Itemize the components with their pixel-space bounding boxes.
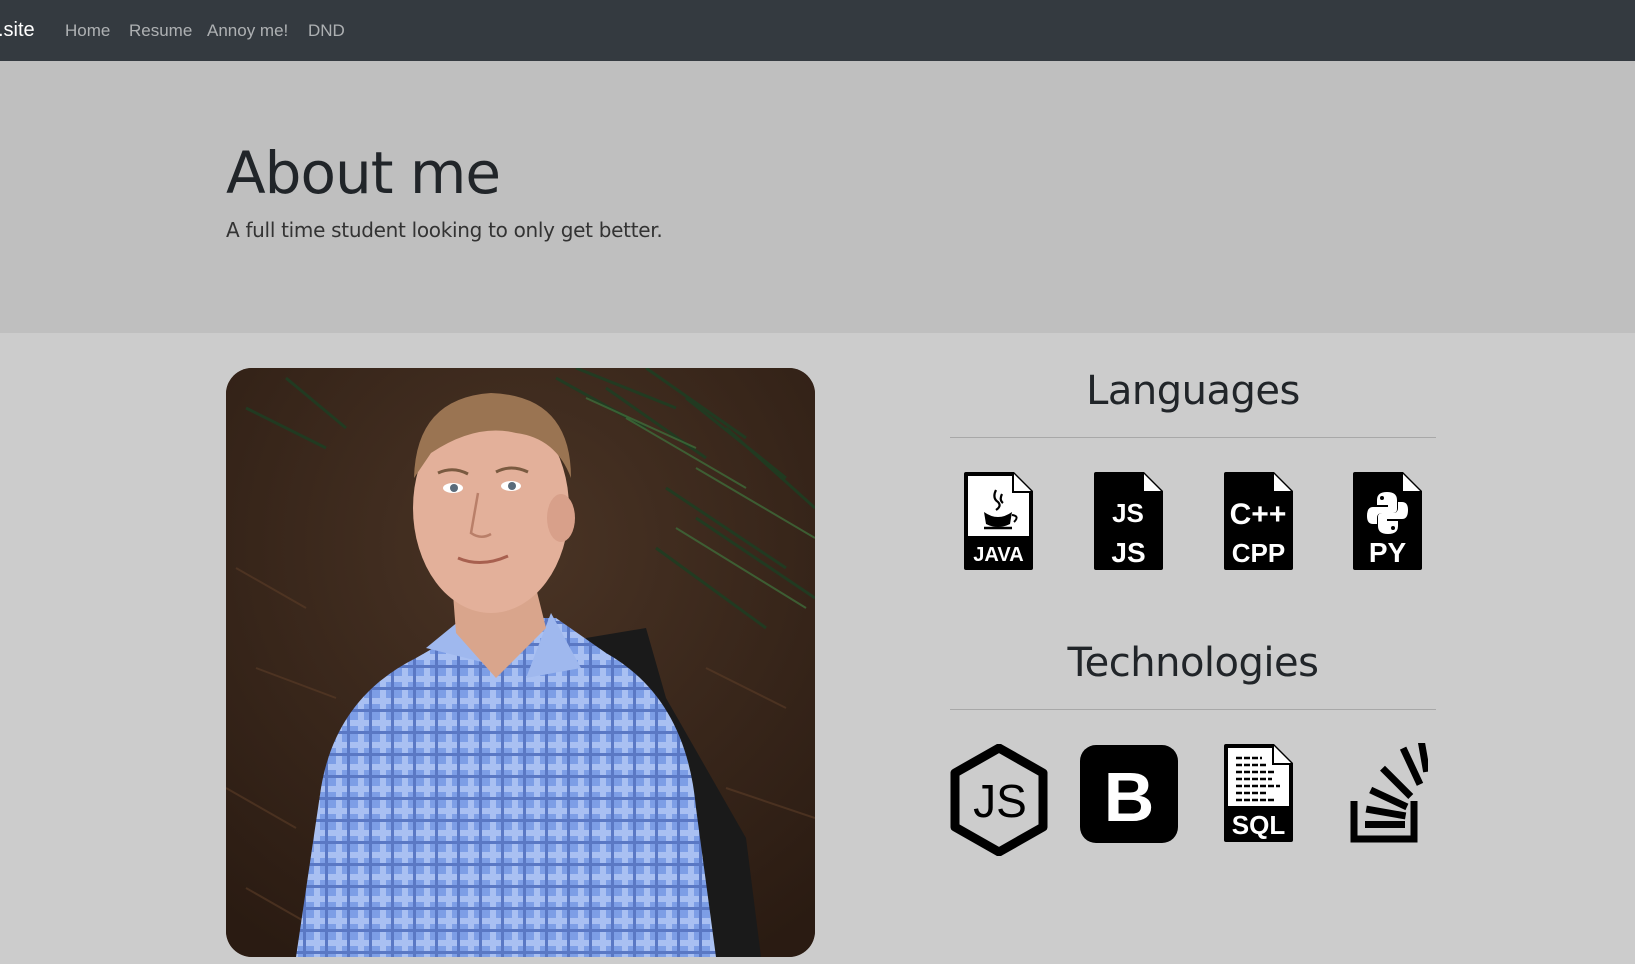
nav-link-annoy-me[interactable]: Annoy me! (207, 21, 288, 41)
cpp-file-badge: C++ (1230, 498, 1287, 531)
cpp-file-label: CPP (1232, 538, 1285, 568)
page-title: About me (226, 139, 501, 207)
bootstrap-icon: B (1080, 745, 1178, 843)
languages-heading: Languages (1086, 368, 1300, 414)
technologies-divider (950, 709, 1436, 710)
navbar-brand[interactable]: .site (0, 19, 35, 42)
nav-link-resume[interactable]: Resume (129, 21, 192, 41)
nav-link-dnd[interactable]: DND (308, 21, 345, 41)
profile-photo (226, 368, 815, 957)
js-file-badge: JS (1112, 498, 1144, 528)
navbar: .site Home Resume Annoy me! DND (0, 0, 1635, 61)
python-file-label: PY (1369, 537, 1407, 568)
technologies-heading: Technologies (1067, 640, 1319, 686)
java-file-icon: JAVA (962, 472, 1035, 570)
languages-divider (950, 437, 1436, 438)
java-file-label: JAVA (973, 544, 1023, 566)
python-file-icon: PY (1351, 472, 1424, 570)
sql-file-icon: SQL (1222, 744, 1295, 842)
cpp-file-icon: C++ CPP (1222, 472, 1295, 570)
stackoverflow-icon (1348, 743, 1428, 843)
nodejs-icon: JS (949, 744, 1049, 856)
js-file-icon: JS JS (1092, 472, 1165, 570)
nav-link-home[interactable]: Home (65, 21, 110, 41)
js-file-label: JS (1111, 537, 1145, 568)
nodejs-icon-label: JS (973, 775, 1027, 827)
bootstrap-icon-label: B (1104, 758, 1155, 836)
jumbotron: About me A full time student looking to … (0, 61, 1635, 333)
page-subtitle: A full time student looking to only get … (226, 218, 663, 242)
sql-file-label: SQL (1232, 810, 1286, 840)
